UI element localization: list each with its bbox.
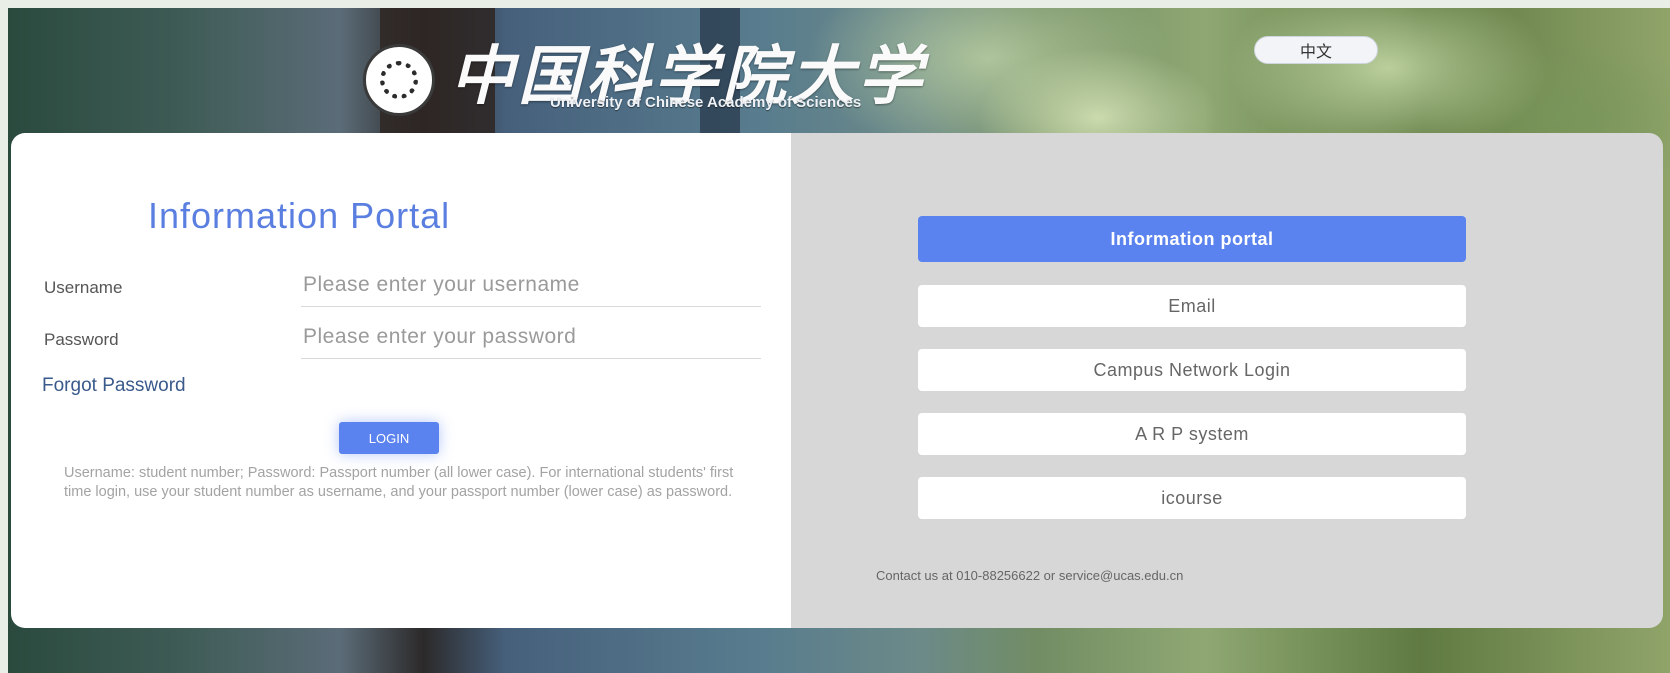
username-label: Username — [44, 278, 123, 297]
email-button[interactable]: Email — [918, 285, 1466, 327]
information-portal-button[interactable]: Information portal — [918, 216, 1466, 262]
login-help-text: Username: student number; Password: Pass… — [64, 465, 734, 500]
quick-links-panel: Information portal Email Campus Network … — [791, 133, 1663, 628]
logo-english-name: University of Chinese Academy of Science… — [550, 94, 862, 111]
language-toggle-button[interactable]: 中文 — [1254, 36, 1378, 64]
campus-network-login-button[interactable]: Campus Network Login — [918, 349, 1466, 391]
contact-info: Contact us at 010-88256622 or service@uc… — [876, 568, 1184, 583]
login-card: Information Portal Username Password For… — [11, 133, 1663, 628]
icourse-button[interactable]: icourse — [918, 477, 1466, 519]
password-input[interactable] — [301, 315, 761, 359]
password-label: Password — [44, 330, 119, 349]
username-input[interactable] — [301, 263, 761, 307]
login-button[interactable]: LOGIN — [339, 422, 439, 454]
forgot-password-link[interactable]: Forgot Password — [42, 375, 186, 397]
page-title: Information Portal — [148, 195, 451, 236]
university-seal-icon — [363, 44, 435, 116]
university-logo: 中国科学院大学 University of Chinese Academy of… — [355, 40, 1105, 120]
login-panel: Information Portal Username Password For… — [11, 133, 791, 628]
arp-system-button[interactable]: A R P system — [918, 413, 1466, 455]
